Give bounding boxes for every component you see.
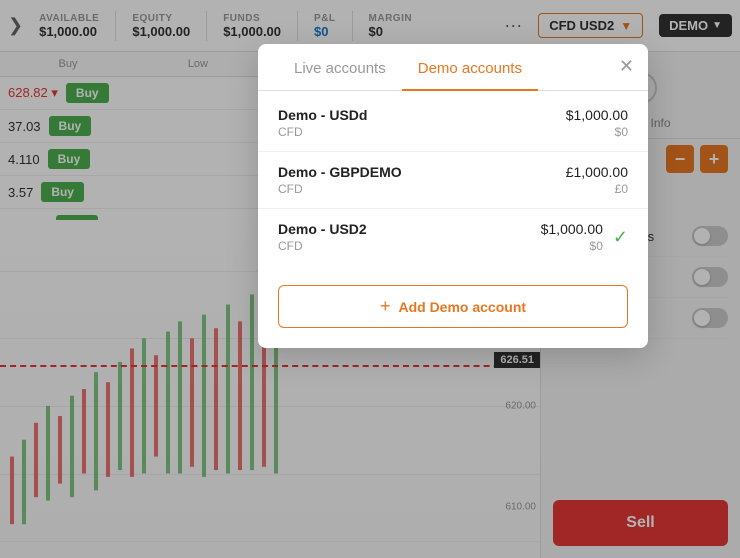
modal-tabs: Live accounts Demo accounts	[258, 44, 648, 91]
account-item-usd2[interactable]: Demo - USD2 CFD $1,000.00 $0 ✓	[258, 209, 648, 265]
account-primary-value: £1,000.00	[566, 164, 628, 180]
account-values: $1,000.00 $0	[541, 221, 603, 253]
account-primary-value: $1,000.00	[566, 107, 628, 123]
tab-live-accounts[interactable]: Live accounts	[278, 44, 402, 91]
account-secondary-value: $0	[615, 125, 628, 139]
close-button[interactable]: ✕	[619, 56, 634, 77]
add-demo-account-label: Add Demo account	[398, 299, 526, 315]
account-type: CFD	[278, 125, 566, 139]
account-list: Demo - USDd CFD $1,000.00 $0 Demo - GBPD…	[258, 91, 648, 269]
account-primary-value: $1,000.00	[541, 221, 603, 237]
account-info: Demo - USDd CFD	[278, 107, 566, 139]
account-secondary-value: $0	[590, 239, 603, 253]
account-values: £1,000.00 £0	[566, 164, 628, 196]
accounts-modal: ✕ Live accounts Demo accounts Demo - USD…	[258, 44, 648, 348]
account-info: Demo - USD2 CFD	[278, 221, 541, 253]
add-demo-account-button[interactable]: + Add Demo account	[278, 285, 628, 328]
selected-checkmark-icon: ✓	[613, 227, 628, 248]
account-name: Demo - USDd	[278, 107, 566, 123]
account-item-gbpdemo[interactable]: Demo - GBPDEMO CFD £1,000.00 £0	[258, 152, 648, 209]
account-name: Demo - USD2	[278, 221, 541, 237]
account-name: Demo - GBPDEMO	[278, 164, 566, 180]
account-secondary-value: £0	[615, 182, 628, 196]
account-values: $1,000.00 $0	[566, 107, 628, 139]
add-account-section: + Add Demo account	[258, 269, 648, 348]
account-item-usdd[interactable]: Demo - USDd CFD $1,000.00 $0	[258, 95, 648, 152]
account-type: CFD	[278, 182, 566, 196]
tab-demo-accounts[interactable]: Demo accounts	[402, 44, 538, 91]
account-type: CFD	[278, 239, 541, 253]
account-info: Demo - GBPDEMO CFD	[278, 164, 566, 196]
plus-icon: +	[380, 296, 391, 317]
